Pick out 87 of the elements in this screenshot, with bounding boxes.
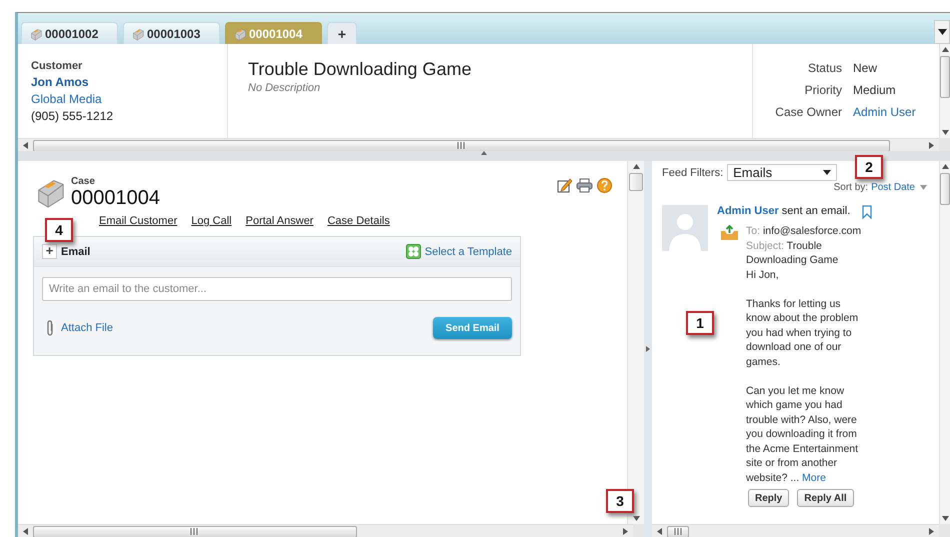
record-type: Case xyxy=(71,176,96,187)
horizontal-scrollbar[interactable] xyxy=(18,524,633,537)
right-arrow-icon xyxy=(646,346,650,352)
feed-filter-dropdown[interactable]: Emails xyxy=(727,164,838,181)
more-link[interactable]: More xyxy=(802,472,826,484)
grip-icon xyxy=(190,528,200,535)
right-arrow-icon xyxy=(928,142,934,148)
down-arrow-icon xyxy=(942,516,948,521)
edit-icon[interactable] xyxy=(557,178,572,193)
help-icon[interactable] xyxy=(597,178,612,193)
up-arrow-icon xyxy=(632,164,640,169)
publisher-tab[interactable]: Portal Answer xyxy=(246,215,314,227)
up-arrow-icon xyxy=(481,151,487,155)
template-icon xyxy=(406,244,421,259)
vertical-scrollbar[interactable] xyxy=(939,161,950,524)
case-icon xyxy=(233,26,247,40)
scrollbar-corner xyxy=(939,138,950,151)
scroll-thumb[interactable] xyxy=(940,173,950,205)
grip-icon xyxy=(457,142,466,149)
email-header: To: info@salesforce.com Subject: Trouble Downloading Game xyxy=(746,224,862,268)
callout-number: 4 xyxy=(45,218,73,242)
field-label: Priority xyxy=(804,83,842,97)
scroll-thumb[interactable] xyxy=(940,56,950,98)
vertical-scrollbar[interactable] xyxy=(627,161,644,524)
field-label: Customer xyxy=(31,60,84,72)
email-body: Hi Jon, Thanks for letting us know about the problem you had when trying to download one of our games. Can you let me know which game you had trouble with? Also, were you downloading it from the Acme Entertainment site or from another website? ... More xyxy=(746,268,860,485)
case-description: No Description xyxy=(248,82,322,94)
template-link[interactable]: Select a Template xyxy=(424,246,512,258)
print-icon[interactable] xyxy=(576,178,593,193)
publisher-tab[interactable]: Log Call xyxy=(191,215,232,227)
sort-dropdown[interactable]: Post Date xyxy=(871,182,927,193)
case-icon xyxy=(29,26,43,40)
callout-number: 2 xyxy=(855,155,883,179)
horizontal-scrollbar[interactable] xyxy=(652,524,939,537)
left-arrow-icon xyxy=(657,528,663,534)
reply-button[interactable]: Reply xyxy=(748,489,790,507)
contact-link[interactable]: Jon Amos xyxy=(31,75,227,89)
case-tab[interactable]: 00001002 xyxy=(21,22,118,44)
callout-number: 1 xyxy=(686,311,714,335)
down-arrow-icon xyxy=(942,130,948,135)
publisher-title: Email xyxy=(61,246,90,258)
owner-link[interactable]: Admin User xyxy=(853,105,916,119)
attach-file-link[interactable]: Attach File xyxy=(61,322,113,334)
scrollbar-corner xyxy=(939,524,950,537)
account-link[interactable]: Global Media xyxy=(31,92,227,106)
case-number: 00001004 xyxy=(71,187,160,209)
caret-icon xyxy=(920,185,927,190)
caret-icon xyxy=(823,170,832,175)
bookmark-icon[interactable] xyxy=(862,205,872,219)
right-arrow-icon xyxy=(622,528,628,534)
publisher-tab[interactable]: Email Customer xyxy=(99,215,178,227)
email-input[interactable]: Write an email to the customer... xyxy=(42,277,512,301)
tab-menu-button[interactable] xyxy=(934,20,950,44)
add-tab-button[interactable]: + xyxy=(327,22,357,44)
left-arrow-icon xyxy=(23,528,29,534)
publisher-tab[interactable]: Case Details xyxy=(327,215,390,227)
expand-button[interactable]: + xyxy=(42,244,57,259)
horizontal-scrollbar[interactable] xyxy=(18,138,939,151)
grip-icon xyxy=(674,528,682,535)
caret-icon xyxy=(938,29,946,35)
field-label: Case Owner xyxy=(774,105,842,119)
case-subject: Trouble Downloading Game xyxy=(248,59,472,80)
up-arrow-icon xyxy=(942,164,948,169)
feed-item-title: Admin User sent an email. xyxy=(717,205,850,217)
right-arrow-icon xyxy=(928,528,934,534)
scroll-thumb[interactable] xyxy=(33,526,357,537)
phone-number: (905) 555-1212 xyxy=(31,109,114,123)
scroll-thumb[interactable] xyxy=(629,173,643,191)
sort-label: Sort by: xyxy=(834,182,868,193)
outgoing-email-icon xyxy=(721,225,738,240)
author-link[interactable]: Admin User xyxy=(717,205,779,217)
down-arrow-icon xyxy=(632,516,640,521)
field-label: Status xyxy=(806,61,842,75)
filter-label: Feed Filters: xyxy=(662,166,724,178)
up-arrow-icon xyxy=(942,47,948,52)
callout-number: 3 xyxy=(606,489,634,513)
field-value: Medium xyxy=(853,83,896,97)
scroll-thumb[interactable] xyxy=(33,140,890,152)
avatar-icon xyxy=(662,205,708,251)
field-value: New xyxy=(853,61,878,75)
reply-button[interactable]: Reply All xyxy=(797,489,854,507)
vertical-scrollbar[interactable] xyxy=(939,44,950,138)
scroll-thumb[interactable] xyxy=(667,526,689,537)
case-icon xyxy=(131,26,145,40)
paperclip-icon xyxy=(45,320,55,336)
left-arrow-icon xyxy=(23,142,29,148)
case-tab[interactable]: 00001003 xyxy=(123,22,220,44)
